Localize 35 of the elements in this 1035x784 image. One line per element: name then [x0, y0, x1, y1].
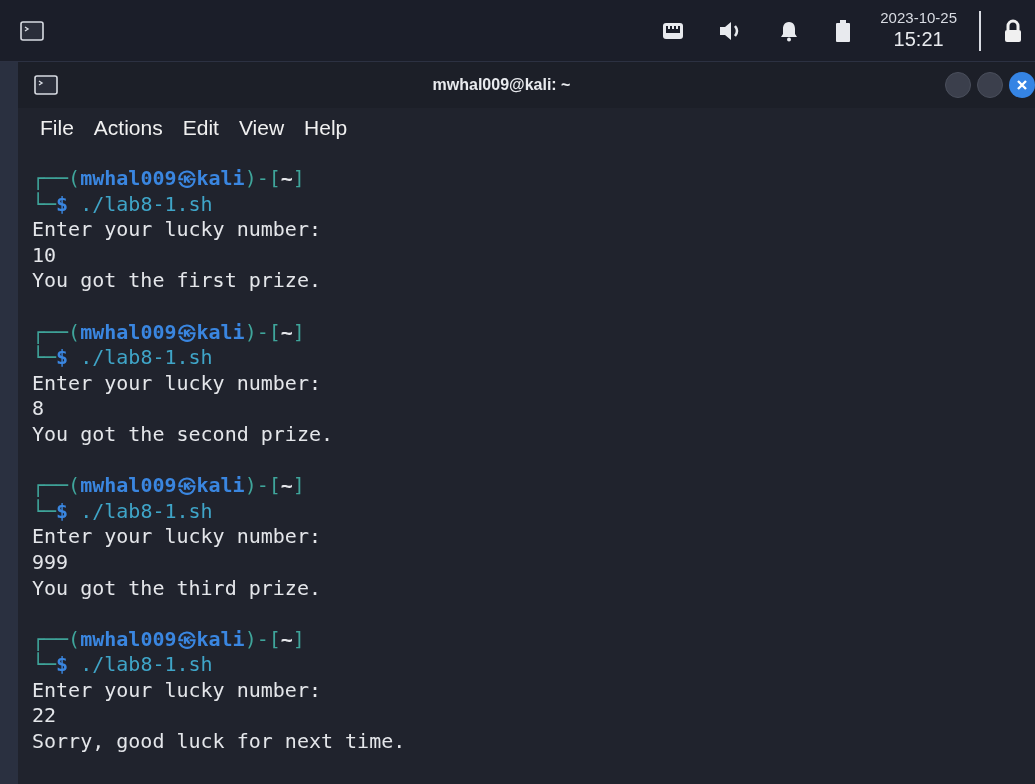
- output-line: You got the third prize.: [32, 575, 321, 602]
- command-line: └─$ ./lab8-1.sh: [32, 652, 213, 678]
- menu-item[interactable]: Actions: [93, 112, 163, 144]
- menu-item[interactable]: File: [40, 112, 74, 144]
- prompt-line: ┌──(mwhal009㉿kali)-[~]: [32, 626, 305, 653]
- close-button[interactable]: [1009, 72, 1035, 98]
- output-line: Enter your lucky number:: [32, 217, 321, 243]
- output-line: 10: [32, 242, 57, 269]
- menu-item[interactable]: Help: [304, 112, 348, 144]
- network-icon[interactable]: [662, 21, 685, 40]
- date-text: 2023-10-25: [880, 8, 957, 28]
- terminal-icon[interactable]: [20, 20, 44, 41]
- prompt-line: ┌──(mwhal009㉿kali)-[~]: [32, 319, 305, 345]
- lock-icon[interactable]: [1003, 18, 1023, 43]
- output-line: Sorry, good luck for next time.: [32, 729, 406, 755]
- prompt-line: ┌──(mwhal009㉿kali)-[~]: [32, 473, 305, 499]
- command-line: └─$ ./lab8-1.sh: [32, 345, 213, 371]
- terminal-icon: [34, 75, 58, 95]
- output-line: Enter your lucky number:: [32, 524, 321, 550]
- window-title: mwhal009@kali: ~: [432, 75, 571, 95]
- prompt-line: ┌──(mwhal009㉿kali)-[~]: [32, 166, 305, 192]
- output-line: You got the first prize.: [32, 268, 321, 294]
- output-line: Enter your lucky number:: [32, 370, 321, 397]
- menu-item[interactable]: Edit: [182, 112, 219, 144]
- battery-icon[interactable]: [834, 18, 853, 43]
- menu-item[interactable]: View: [238, 112, 285, 144]
- clock-text[interactable]: 15:21: [893, 27, 944, 53]
- command-line: └─$ ./lab8-1.sh: [32, 498, 213, 525]
- output-line: 22: [32, 703, 57, 730]
- command-line: └─$ ./lab8-1.sh: [32, 191, 213, 218]
- output-line: 8: [32, 396, 45, 422]
- close-icon: [1017, 80, 1027, 90]
- output-line: Enter your lucky number:: [32, 677, 321, 704]
- output-line: 999: [32, 549, 69, 576]
- output-line: You got the second prize.: [32, 421, 334, 448]
